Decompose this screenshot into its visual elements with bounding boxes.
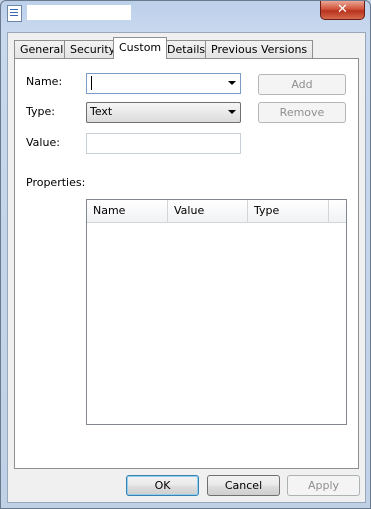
type-label: Type:	[26, 105, 55, 118]
name-label: Name:	[26, 75, 63, 88]
close-button[interactable]: ✕	[320, 1, 365, 20]
tab-custom[interactable]: Custom	[113, 37, 168, 59]
document-icon	[7, 5, 22, 22]
dialog-client-area: General Security Custom Details Previous…	[7, 32, 366, 503]
properties-dialog: ✕ General Security Custom Details Previo…	[0, 0, 371, 509]
properties-label: Properties:	[26, 176, 86, 189]
chevron-down-icon[interactable]	[228, 110, 236, 114]
remove-button[interactable]: Remove	[258, 102, 346, 123]
column-header-name[interactable]: Name	[87, 200, 168, 222]
tab-previous-versions[interactable]: Previous Versions	[205, 40, 314, 59]
column-header-type[interactable]: Type	[248, 200, 329, 222]
ok-button[interactable]: OK	[126, 475, 199, 496]
add-button[interactable]: Add	[258, 74, 346, 95]
column-header-value[interactable]: Value	[168, 200, 248, 222]
chevron-down-icon[interactable]	[228, 81, 236, 85]
type-value: Text	[90, 105, 113, 118]
tab-general[interactable]: General	[14, 40, 70, 59]
apply-button[interactable]: Apply	[287, 475, 360, 496]
properties-list[interactable]: Name Value Type	[86, 199, 347, 425]
name-combobox[interactable]	[86, 73, 241, 94]
list-header: Name Value Type	[87, 200, 346, 223]
custom-tab-panel: Name: Add Type: Text Remove Value: Prope…	[14, 58, 359, 469]
value-label: Value:	[26, 136, 60, 149]
type-dropdown[interactable]: Text	[86, 102, 241, 123]
value-field[interactable]	[86, 133, 241, 154]
tab-details[interactable]: Details	[161, 40, 212, 59]
window-title	[27, 5, 131, 20]
cancel-button[interactable]: Cancel	[207, 475, 280, 496]
text-cursor	[91, 76, 92, 90]
